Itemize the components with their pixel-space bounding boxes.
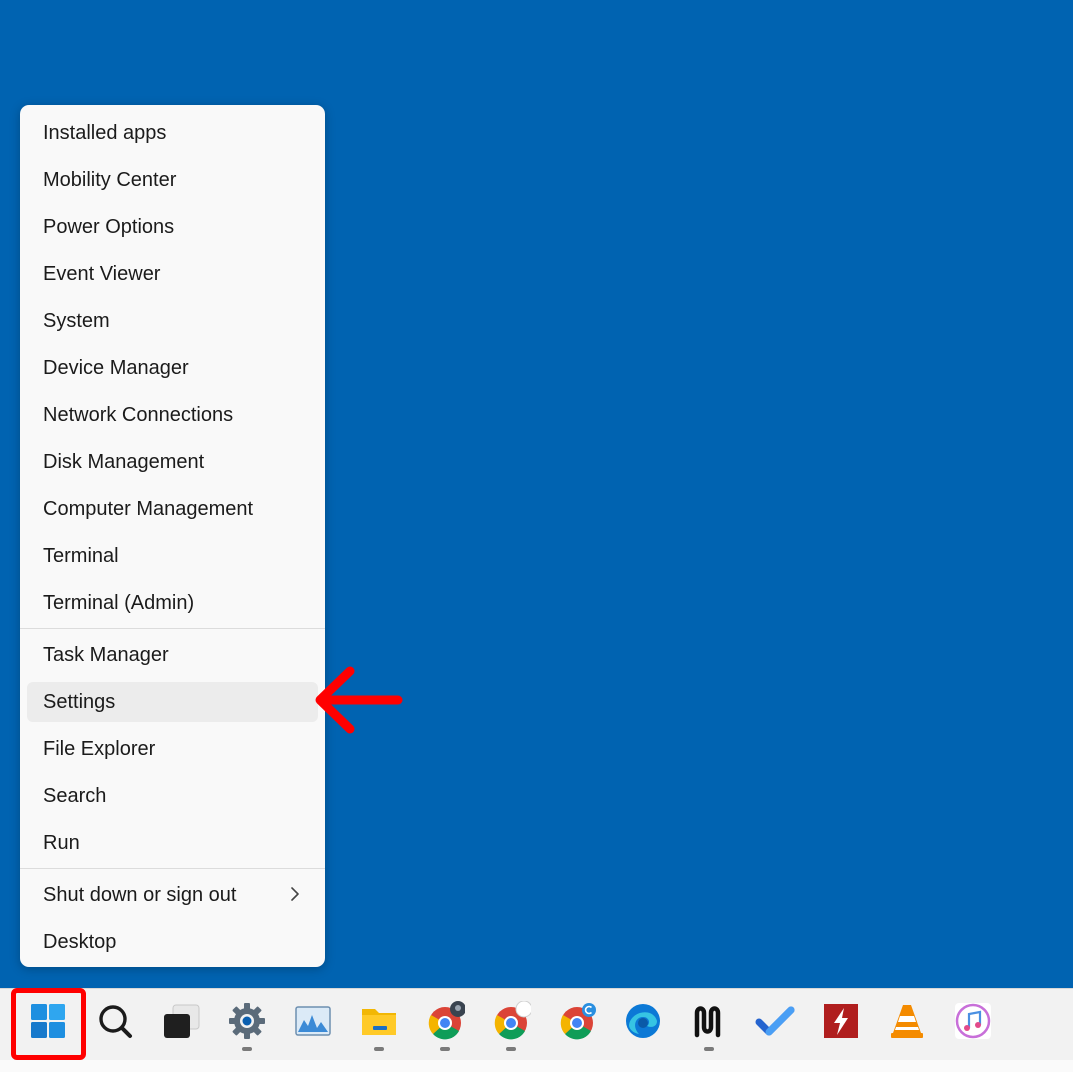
menu-item-label: System xyxy=(43,309,110,332)
red-arrow-annotation-icon xyxy=(315,666,403,734)
photos-icon[interactable] xyxy=(293,1001,333,1041)
menu-item-computer-management[interactable]: Computer Management xyxy=(27,489,318,529)
search-icon[interactable] xyxy=(95,1001,135,1041)
menu-item-label: Shut down or sign out xyxy=(43,883,237,906)
vlc-icon[interactable] xyxy=(887,1001,927,1041)
notion-icon[interactable] xyxy=(689,1001,729,1051)
chrome-canary-icon[interactable] xyxy=(557,1001,597,1041)
menu-item-label: Mobility Center xyxy=(43,168,177,191)
menu-item-power-options[interactable]: Power Options xyxy=(27,207,318,247)
running-indicator xyxy=(506,1047,516,1051)
flash-icon[interactable] xyxy=(821,1001,861,1041)
menu-item-label: Installed apps xyxy=(43,121,167,144)
settings-gear-icon[interactable] xyxy=(227,1001,267,1051)
menu-item-shut-down-or-sign-out[interactable]: Shut down or sign out xyxy=(27,875,318,915)
menu-item-label: Terminal xyxy=(43,544,119,567)
menu-item-label: Search xyxy=(43,784,107,807)
menu-item-file-explorer[interactable]: File Explorer xyxy=(27,729,318,769)
running-indicator xyxy=(704,1047,714,1051)
todo-icon[interactable] xyxy=(755,1001,795,1041)
itunes-icon[interactable] xyxy=(953,1001,993,1041)
menu-item-label: Desktop xyxy=(43,930,117,953)
menu-separator xyxy=(20,868,325,869)
menu-item-mobility-center[interactable]: Mobility Center xyxy=(27,160,318,200)
menu-item-installed-apps[interactable]: Installed apps xyxy=(27,113,318,153)
running-indicator xyxy=(440,1047,450,1051)
menu-item-event-viewer[interactable]: Event Viewer xyxy=(27,254,318,294)
screen-bottom-edge xyxy=(0,1060,1073,1072)
menu-item-label: Settings xyxy=(43,690,116,713)
menu-item-label: File Explorer xyxy=(43,737,156,760)
chevron-right-icon xyxy=(288,884,302,904)
menu-item-terminal-admin[interactable]: Terminal (Admin) xyxy=(27,583,318,623)
menu-item-label: Terminal (Admin) xyxy=(43,591,195,614)
menu-item-label: Network Connections xyxy=(43,403,234,426)
menu-item-disk-management[interactable]: Disk Management xyxy=(27,442,318,482)
edge-icon[interactable] xyxy=(623,1001,663,1041)
menu-item-desktop[interactable]: Desktop xyxy=(27,922,318,962)
task-view-icon[interactable] xyxy=(161,1001,201,1041)
menu-item-terminal[interactable]: Terminal xyxy=(27,536,318,576)
menu-item-device-manager[interactable]: Device Manager xyxy=(27,348,318,388)
menu-item-label: Run xyxy=(43,831,80,854)
menu-item-label: Event Viewer xyxy=(43,262,161,285)
menu-item-label: Disk Management xyxy=(43,450,205,473)
chrome-profile-icon[interactable] xyxy=(425,1001,465,1051)
running-indicator xyxy=(242,1047,252,1051)
menu-item-label: Device Manager xyxy=(43,356,189,379)
menu-item-label: Power Options xyxy=(43,215,175,238)
chrome-icon[interactable] xyxy=(491,1001,531,1051)
menu-item-run[interactable]: Run xyxy=(27,823,318,863)
running-indicator xyxy=(374,1047,384,1051)
menu-item-settings[interactable]: Settings xyxy=(27,682,318,722)
menu-item-label: Computer Management xyxy=(43,497,254,520)
taskbar xyxy=(0,988,1073,1061)
winx-context-menu: Installed apps Mobility Center Power Opt… xyxy=(20,105,325,967)
menu-separator xyxy=(20,628,325,629)
menu-item-task-manager[interactable]: Task Manager xyxy=(27,635,318,675)
file-explorer-icon[interactable] xyxy=(359,1001,399,1051)
windows-start-icon[interactable] xyxy=(28,1001,68,1041)
menu-item-network-connections[interactable]: Network Connections xyxy=(27,395,318,435)
menu-item-search[interactable]: Search xyxy=(27,776,318,816)
menu-item-label: Task Manager xyxy=(43,643,169,666)
menu-item-system[interactable]: System xyxy=(27,301,318,341)
